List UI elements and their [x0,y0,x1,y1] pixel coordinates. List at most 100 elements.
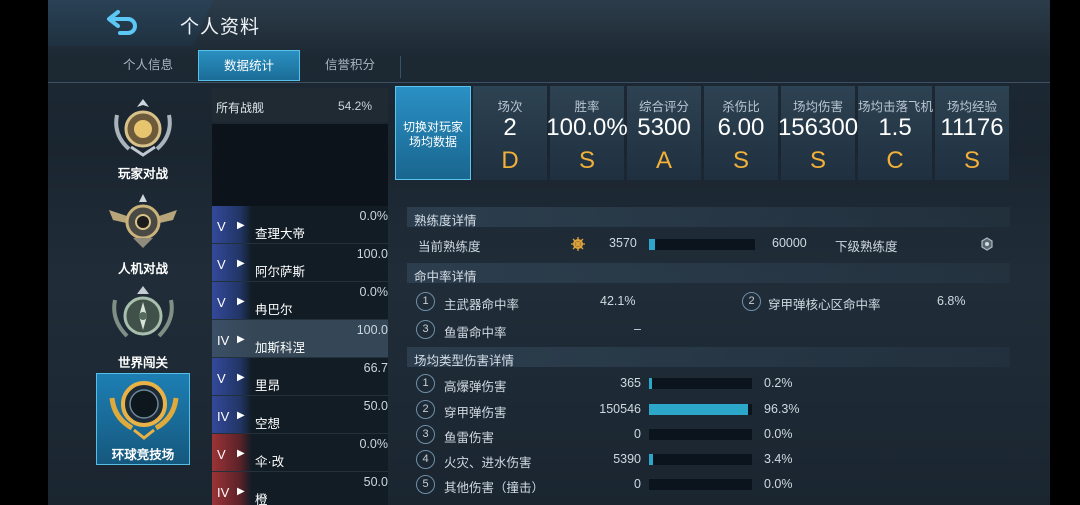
damage-value: 0 [634,477,641,491]
ship-row[interactable]: IV ▶ 空想 50.0 [212,396,388,434]
mode-pve[interactable]: 人机对战 [96,188,190,280]
row-number: 2 [742,292,761,311]
damage-percent: 3.4% [764,452,793,466]
ship-value: 0.0% [359,209,389,223]
stat-grade: S [578,147,595,174]
stat-grade: S [809,147,826,174]
row-number: 3 [416,320,435,339]
damage-section-header: 场均类型伤害详情 [407,347,1010,368]
ship-name: 加斯科涅 [255,341,306,355]
damage-value: 365 [620,376,641,390]
tab-reputation[interactable]: 信誉积分 [300,50,400,81]
ship-name: 查理大帝 [255,227,306,241]
ship-preview [212,124,388,206]
stat-card-matches: 场次 2 D [473,86,547,180]
ship-row[interactable]: V ▶ 阿尔萨斯 100.0 [212,244,388,282]
ship-name: 里昂 [255,379,281,393]
proficiency-progress-bar [649,239,755,250]
damage-share-bar [649,404,752,415]
stat-label: 胜率 [574,100,600,114]
ship-value: 0.0% [359,285,389,299]
tab-bar: 个人信息 数据统计 信誉积分 [48,50,1050,83]
stat-grade: S [732,147,749,174]
stat-value: 6.00 [717,114,765,141]
accuracy-label: 鱼雷命中率 [444,326,507,340]
stat-value: 2 [503,114,517,141]
screen-bezel-right [1050,0,1080,505]
all-ships-value: 54.2% [337,99,372,113]
row-number: 4 [416,450,435,469]
section-title: 熟练度详情 [414,214,477,228]
damage-value: 150546 [599,402,641,416]
ship-name: 空想 [255,417,281,431]
ship-row[interactable]: V ▶ 冉巴尔 0.0% [212,282,388,320]
ship-value: 66.7 [363,361,388,375]
ship-row[interactable]: V ▶ 查理大帝 0.0% [212,206,388,244]
stat-label: 场均击落飞机 [858,100,934,114]
mode-world-challenge[interactable]: 世界闯关 [96,282,190,374]
damage-share-bar [649,429,752,440]
ship-tier: V [217,257,226,272]
helm-wheel-icon [571,237,585,251]
current-proficiency-value: 3570 [609,236,637,250]
mode-label: 人机对战 [117,262,168,276]
damage-percent: 0.0% [764,477,793,491]
damage-percent: 96.3% [764,402,800,416]
mode-pvp[interactable]: 玩家对战 [96,93,190,185]
mode-label: 玩家对战 [117,167,168,181]
ship-name: 橙 [255,493,268,505]
ship-tier: IV [217,409,230,424]
damage-share-bar [649,479,752,490]
accuracy-value: 6.8% [937,294,966,308]
damage-label: 其他伤害（撞击） [444,481,545,495]
ship-list: 所有战舰 54.2% V ▶ 查理大帝 0.0% V ▶ 阿尔萨斯 100.0 … [212,88,388,505]
accuracy-section-header: 命中率详情 [407,263,1010,284]
section-title: 命中率详情 [414,270,477,284]
section-title: 场均类型伤害详情 [414,354,515,368]
row-number: 2 [416,400,435,419]
tab-personal-info[interactable]: 个人信息 [90,50,206,81]
globe-emblem-icon [109,381,179,440]
damage-share-bar [649,378,752,389]
ship-class-icon: ▶ [237,334,245,345]
stat-value: 11176 [940,114,1004,141]
mode-list: 玩家对战 人机对战 世界闯关 环球竞技场 [48,88,190,505]
stat-value: 100.0% [546,114,628,141]
accuracy-label: 穿甲弹核心区命中率 [768,298,881,312]
ship-row[interactable]: IV ▶ 橙 50.0 [212,472,388,505]
all-ships-row[interactable]: 所有战舰 54.2% [212,88,388,122]
accuracy-value: – [634,322,641,336]
ship-class-icon: ▶ [237,296,245,307]
ship-row[interactable]: V ▶ 伞·改 0.0% [212,434,388,472]
row-number: 1 [416,292,435,311]
tab-statistics[interactable]: 数据统计 [198,50,300,81]
row-number: 3 [416,425,435,444]
switch-average-label: 切换对玩家场均数据 [402,120,463,149]
damage-share-fill [649,404,749,415]
stat-card-score: 综合评分 5300 A [627,86,701,180]
mode-global-arena[interactable]: 环球竞技场 [96,373,190,465]
ship-row[interactable]: V ▶ 里昂 66.7 [212,358,388,396]
damage-percent: 0.2% [764,376,793,390]
ship-class-icon: ▶ [237,410,245,421]
ship-row-selected[interactable]: IV ▶ 加斯科涅 100.0 [212,320,388,358]
ship-tier: IV [217,485,230,500]
damage-label: 高爆弹伤害 [444,380,507,394]
stat-card-win-rate: 胜率 100.0% S [546,86,628,180]
ship-value: 50.0 [363,475,388,489]
damage-percent: 0.0% [764,427,793,441]
ship-name: 伞·改 [255,455,285,469]
switch-average-button[interactable]: 切换对玩家场均数据 [395,86,471,180]
mode-label: 世界闯关 [117,356,168,370]
back-arrow-icon[interactable] [106,9,140,35]
max-proficiency-value: 60000 [772,236,807,250]
stat-grade: C [886,147,904,174]
compass-emblem-icon [112,286,174,338]
mode-label: 环球竞技场 [111,448,175,462]
ship-tier: V [217,447,226,462]
tab-divider [400,56,401,78]
ship-class-icon: ▶ [237,486,245,497]
ship-class-icon: ▶ [237,258,245,269]
stat-grade: S [963,147,980,174]
stat-label: 杀伤比 [722,100,760,114]
